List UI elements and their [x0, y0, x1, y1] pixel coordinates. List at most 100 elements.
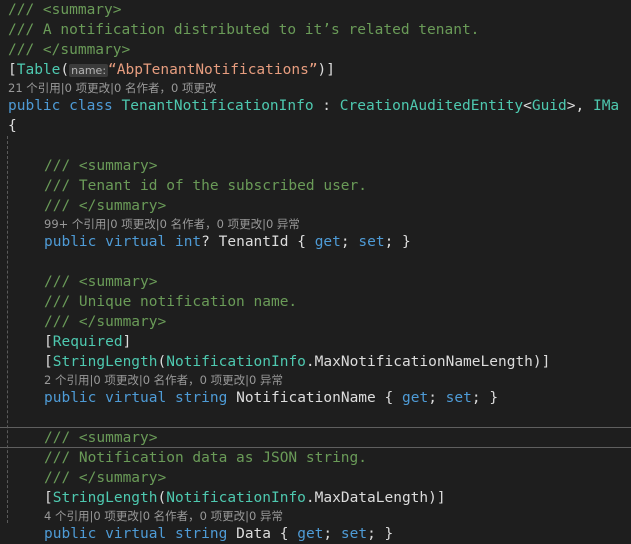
- inline-parameter-hint: name:: [69, 64, 109, 77]
- code-token: [: [44, 490, 53, 506]
- code-line-blank[interactable]: [0, 252, 631, 272]
- code-line[interactable]: /// </summary>: [0, 312, 631, 332]
- code-line[interactable]: /// Tenant id of the subscribed user.: [0, 176, 631, 196]
- code-line[interactable]: /// </summary>: [0, 196, 631, 216]
- code-token: ///: [8, 42, 43, 58]
- code-token: ///: [44, 470, 79, 486]
- code-line[interactable]: [StringLength(NotificationInfo.MaxDataLe…: [0, 488, 631, 508]
- code-line[interactable]: [Required]: [0, 332, 631, 352]
- code-token: (: [60, 62, 70, 78]
- code-line[interactable]: /// Notification data as JSON string.: [0, 448, 631, 468]
- code-token: <: [523, 98, 532, 114]
- code-token: class: [69, 98, 113, 114]
- code-token: virtual: [105, 390, 167, 406]
- code-line[interactable]: /// Unique notification name.: [0, 292, 631, 312]
- code-line-blank[interactable]: [0, 136, 631, 156]
- code-token: MaxDataLength: [314, 490, 429, 506]
- code-token: <summary>: [42, 2, 122, 18]
- codelens-annotation[interactable]: 21 个引用|0 项更改|0 名作者，0 项更改: [0, 80, 631, 96]
- codelens-annotation[interactable]: 2 个引用|0 项更改|0 名作者，0 项更改|0 异常: [0, 372, 631, 388]
- code-token: ///: [44, 158, 79, 174]
- code-token: string: [174, 526, 228, 542]
- code-line[interactable]: /// </summary>: [0, 40, 631, 60]
- code-token: set: [445, 390, 472, 406]
- code-token: StringLength: [52, 354, 158, 370]
- code-token: ]: [122, 334, 132, 350]
- code-token: public: [44, 234, 97, 250]
- code-token: >,: [566, 98, 593, 114]
- code-line-current[interactable]: /// <summary>: [0, 428, 631, 448]
- code-line[interactable]: /// </summary>: [0, 468, 631, 488]
- code-editor-pane[interactable]: /// <summary> /// A notification distribu…: [0, 0, 631, 542]
- code-token: TenantNotificationInfo: [121, 98, 314, 114]
- code-token: ; }: [367, 526, 394, 542]
- code-token: {: [288, 234, 315, 250]
- code-line[interactable]: [StringLength(NotificationInfo.MaxNotifi…: [0, 352, 631, 372]
- code-line[interactable]: public class TenantNotificationInfo : Cr…: [0, 96, 631, 116]
- code-token: “AbpTenantNotifications”: [108, 62, 318, 78]
- code-line[interactable]: [Table(name: “AbpTenantNotifications”)]: [0, 60, 631, 80]
- code-token: </summary>: [78, 314, 167, 330]
- code-token: NotificationInfo: [166, 354, 306, 370]
- code-line[interactable]: public virtual string Data { get; set; }: [0, 524, 631, 544]
- code-token: ; }: [384, 234, 411, 250]
- code-token: :: [313, 98, 340, 114]
- code-token: ; }: [471, 390, 499, 406]
- code-token: .: [305, 354, 315, 370]
- code-token: IMa: [592, 98, 620, 114]
- code-token: {: [8, 118, 17, 134]
- code-token: {: [271, 526, 298, 542]
- code-token: ///: [44, 314, 79, 330]
- code-line[interactable]: /// A notification distributed to it’s r…: [0, 20, 631, 40]
- code-token: /// Unique notification name.: [44, 294, 298, 310]
- code-token: )]: [532, 354, 551, 370]
- code-line[interactable]: /// <summary>: [0, 0, 631, 20]
- code-token: public: [44, 390, 97, 406]
- code-token: [: [44, 334, 53, 350]
- codelens-annotation[interactable]: 99+ 个引用|0 项更改|0 名作者，0 项更改|0 异常: [0, 216, 631, 232]
- code-line[interactable]: /// <summary>: [0, 156, 631, 176]
- codelens-annotation[interactable]: 4 个引用|0 项更改|0 名作者，0 项更改|0 异常: [0, 508, 631, 524]
- code-token: </summary>: [42, 42, 131, 58]
- code-token: ;: [428, 390, 446, 406]
- code-token: <summary>: [78, 158, 158, 174]
- code-token: /// Notification data as JSON string.: [44, 450, 368, 466]
- code-token: ?: [201, 234, 219, 250]
- code-line[interactable]: public virtual int? TenantId { get; set;…: [0, 232, 631, 252]
- code-token: public: [8, 98, 61, 114]
- code-token: Table: [16, 62, 61, 78]
- code-token: public: [44, 526, 97, 542]
- code-token: ///: [44, 198, 79, 214]
- code-token: NotificationName: [236, 390, 376, 406]
- code-line-blank[interactable]: [0, 408, 631, 428]
- code-token: get: [297, 526, 324, 542]
- code-token: [: [8, 62, 17, 78]
- code-token: /// Tenant id of the subscribed user.: [44, 178, 368, 194]
- code-token: string: [174, 390, 228, 406]
- code-token: MaxNotificationNameLength: [314, 354, 533, 370]
- code-token: ;: [323, 526, 341, 542]
- code-token: TenantId: [218, 234, 289, 250]
- code-line[interactable]: /// <summary>: [0, 272, 631, 292]
- code-line[interactable]: {: [0, 116, 631, 136]
- code-token: get: [314, 234, 341, 250]
- code-token: [: [44, 354, 53, 370]
- code-token: ///: [44, 274, 79, 290]
- code-token: Required: [52, 334, 123, 350]
- code-token: NotificationInfo: [166, 490, 306, 506]
- code-token: int: [174, 234, 202, 250]
- code-token: Guid: [531, 98, 567, 114]
- code-token: virtual: [105, 234, 167, 250]
- code-token: </summary>: [78, 198, 167, 214]
- code-token: Data: [236, 526, 272, 542]
- code-line[interactable]: public virtual string NotificationName {…: [0, 388, 631, 408]
- code-token: <summary>: [78, 430, 158, 446]
